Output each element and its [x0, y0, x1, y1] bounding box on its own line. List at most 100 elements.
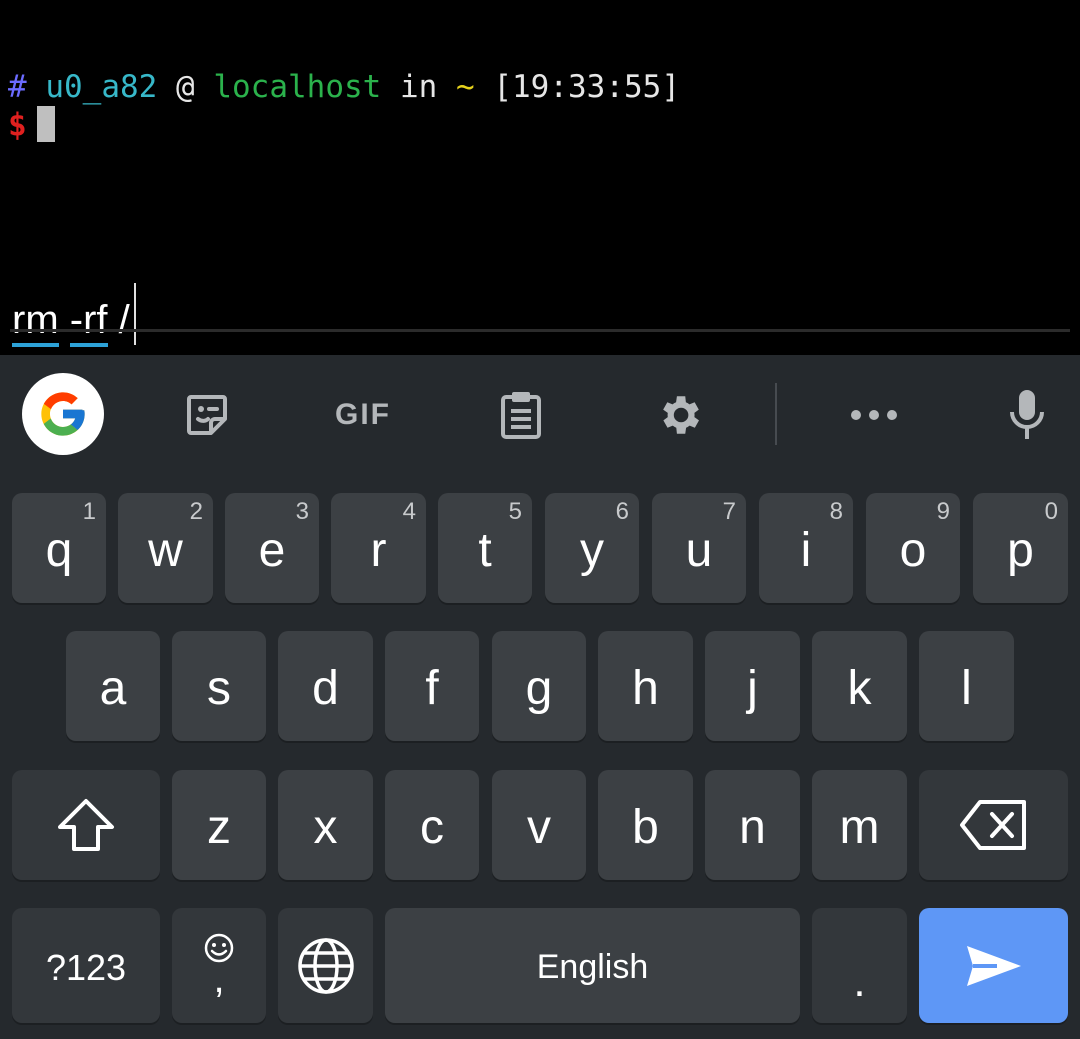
input-underline [10, 329, 1070, 332]
more-button[interactable] [835, 373, 913, 457]
sticker-button[interactable] [168, 373, 246, 457]
key-e[interactable]: 3e [225, 493, 319, 603]
key-hint: 5 [508, 498, 522, 525]
gif-icon: GIF [335, 398, 391, 431]
key-n[interactable]: n [705, 770, 800, 880]
key-a[interactable]: a [66, 631, 160, 741]
extra-input-bar[interactable] [0, 270, 1080, 355]
input-word: / [118, 298, 130, 342]
google-icon [41, 392, 85, 436]
key-hint: 2 [189, 498, 203, 525]
key-l[interactable]: l [919, 631, 1014, 741]
key-c[interactable]: c [385, 770, 479, 880]
key-i[interactable]: 8i [759, 493, 853, 603]
key-t[interactable]: 5t [438, 493, 532, 603]
shift-key[interactable] [12, 770, 160, 880]
prompt-input-line: $ [8, 106, 55, 144]
key-label: a [99, 661, 127, 715]
prompt-time: [19:33:55] [493, 69, 680, 105]
key-label: o [899, 523, 927, 577]
input-word: rm [12, 298, 59, 347]
key-label: f [425, 661, 439, 715]
prompt-user: u0_a82 [45, 69, 158, 105]
key-v[interactable]: v [492, 770, 586, 880]
key-hint: 4 [402, 498, 416, 525]
period-key[interactable]: . [812, 908, 907, 1023]
settings-button[interactable] [640, 373, 718, 457]
prompt-at: @ [176, 69, 195, 105]
voice-input-button[interactable] [988, 373, 1066, 457]
prompt-in: in [400, 69, 438, 105]
key-label: y [580, 523, 604, 577]
text-caret [133, 283, 136, 345]
key-j[interactable]: j [705, 631, 800, 741]
key-h[interactable]: h [598, 631, 693, 741]
key-label: q [45, 523, 73, 577]
language-key[interactable] [278, 908, 373, 1023]
key-u[interactable]: 7u [652, 493, 746, 603]
key-s[interactable]: s [172, 631, 266, 741]
settings-icon [663, 396, 699, 434]
google-search-button[interactable] [22, 373, 104, 455]
key-r[interactable]: 4r [331, 493, 426, 603]
key-g[interactable]: g [492, 631, 586, 741]
gif-button[interactable]: GIF [318, 373, 408, 457]
clipboard-button[interactable] [482, 373, 560, 457]
space-key[interactable]: English [385, 908, 800, 1023]
prompt-host: localhost [213, 69, 382, 105]
key-p[interactable]: 0p [973, 493, 1068, 603]
key-d[interactable]: d [278, 631, 373, 741]
key-y[interactable]: 6y [545, 493, 639, 603]
key-label: b [632, 800, 659, 854]
backspace-key[interactable] [919, 770, 1068, 880]
send-icon [966, 945, 1021, 986]
prompt-directory: ~ [456, 69, 475, 105]
key-label: j [747, 661, 758, 715]
key-label: p [1007, 523, 1034, 577]
key-w[interactable]: 2w [118, 493, 213, 603]
key-hint: 9 [936, 498, 950, 525]
key-hint: 6 [615, 498, 629, 525]
input-word: -rf [69, 298, 108, 347]
terminal-cursor [36, 106, 55, 142]
key-label: h [632, 661, 659, 715]
backspace-icon [959, 800, 1026, 850]
key-label: g [525, 661, 553, 715]
key-q[interactable]: 1q [12, 493, 106, 603]
key-label: t [478, 523, 492, 577]
key-z[interactable]: z [172, 770, 266, 880]
key-m[interactable]: m [812, 770, 907, 880]
globe-icon [297, 937, 354, 994]
symbols-key[interactable]: ?123 [12, 908, 160, 1023]
key-k[interactable]: k [812, 631, 907, 741]
key-hint: 1 [82, 498, 96, 525]
key-x[interactable]: x [278, 770, 373, 880]
key-label: z [207, 800, 231, 854]
key-hint: 7 [722, 498, 736, 525]
prompt-dollar: $ [8, 107, 27, 143]
clipboard-icon [501, 392, 541, 439]
extra-input-text[interactable]: rm -rf / [12, 283, 136, 347]
keyboard-toolbar: GIF [0, 355, 1080, 475]
space-label: English [536, 948, 649, 986]
sticker-icon [187, 395, 227, 435]
key-b[interactable]: b [598, 770, 693, 880]
terminal-output: # u0_a82 @ localhost in ~ [19:33:55] $ [0, 0, 1080, 270]
soft-keyboard: GIF 1 q 2 w 3 e 4 r 5 t 6 y 7 u 8 i 9 o … [0, 355, 1080, 1039]
key-hint: 8 [829, 498, 843, 525]
prompt-line: # u0_a82 @ localhost in ~ [19:33:55] [8, 68, 680, 106]
key-label: u [685, 523, 713, 577]
send-key[interactable] [919, 908, 1068, 1023]
key-label: w [148, 523, 183, 577]
shift-icon [58, 799, 114, 851]
key-f[interactable]: f [385, 631, 479, 741]
prompt-hash: # [8, 69, 27, 105]
mic-icon [1010, 390, 1044, 439]
key-label: ?123 [45, 946, 127, 988]
key-label: k [847, 661, 872, 715]
more-icon [851, 410, 897, 420]
key-label: n [739, 800, 766, 854]
comma-label: , [213, 956, 225, 1001]
key-o[interactable]: 9o [866, 493, 960, 603]
emoji-comma-key[interactable]: , [172, 908, 266, 1023]
